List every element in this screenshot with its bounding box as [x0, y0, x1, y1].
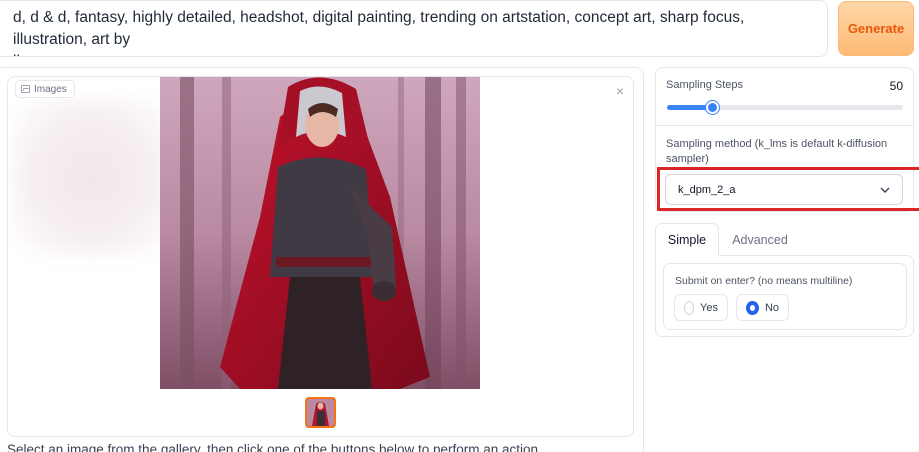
- sampling-method-dropdown[interactable]: k_dpm_2_a: [665, 174, 903, 205]
- gallery-label-text: Images: [34, 83, 67, 95]
- close-icon[interactable]: ×: [612, 83, 628, 99]
- prompt-textbox[interactable]: d, d & d, fantasy, highly detailed, head…: [0, 0, 828, 57]
- radio-no-indicator: [746, 300, 759, 315]
- slider-handle[interactable]: [706, 101, 719, 114]
- gallery-label: Images: [15, 80, 75, 98]
- tab-content-simple: Submit on enter? (no means multiline) Ye…: [655, 255, 914, 337]
- radio-yes-indicator: [684, 300, 695, 315]
- image-icon: [21, 85, 30, 93]
- generate-button[interactable]: Generate: [838, 1, 914, 56]
- prompt-text: d, d & d, fantasy, highly detailed, head…: [13, 9, 745, 56]
- generate-button-label: Generate: [847, 21, 905, 36]
- radio-yes[interactable]: Yes: [674, 294, 728, 321]
- sampling-steps-label: Sampling Steps: [666, 79, 744, 91]
- gallery-caption: Select an image from the gallery, then c…: [7, 442, 542, 452]
- settings-tabs: Simple Advanced: [655, 223, 914, 256]
- gallery-thumbnail[interactable]: [305, 397, 336, 428]
- gallery-blurred-background: [12, 97, 172, 257]
- radio-yes-label: Yes: [700, 301, 718, 314]
- submit-on-enter-group: Submit on enter? (no means multiline) Ye…: [663, 263, 907, 330]
- sampling-steps-slider[interactable]: [667, 105, 903, 110]
- chevron-down-icon: [880, 184, 890, 196]
- generated-image[interactable]: [160, 77, 480, 389]
- submit-on-enter-label: Submit on enter? (no means multiline): [675, 275, 853, 287]
- radio-no[interactable]: No: [736, 294, 789, 321]
- image-gallery: Images ×: [7, 76, 634, 437]
- radio-no-label: No: [764, 301, 779, 314]
- sampling-steps-value[interactable]: 50: [890, 79, 903, 93]
- sampling-method-label: Sampling method (k_lms is default k-diff…: [666, 138, 888, 165]
- tab-simple[interactable]: Simple: [655, 223, 719, 256]
- sampling-method-selected: k_dpm_2_a: [678, 183, 736, 196]
- tab-advanced[interactable]: Advanced: [725, 223, 795, 256]
- sampling-steps-panel: Sampling Steps 50: [655, 67, 914, 126]
